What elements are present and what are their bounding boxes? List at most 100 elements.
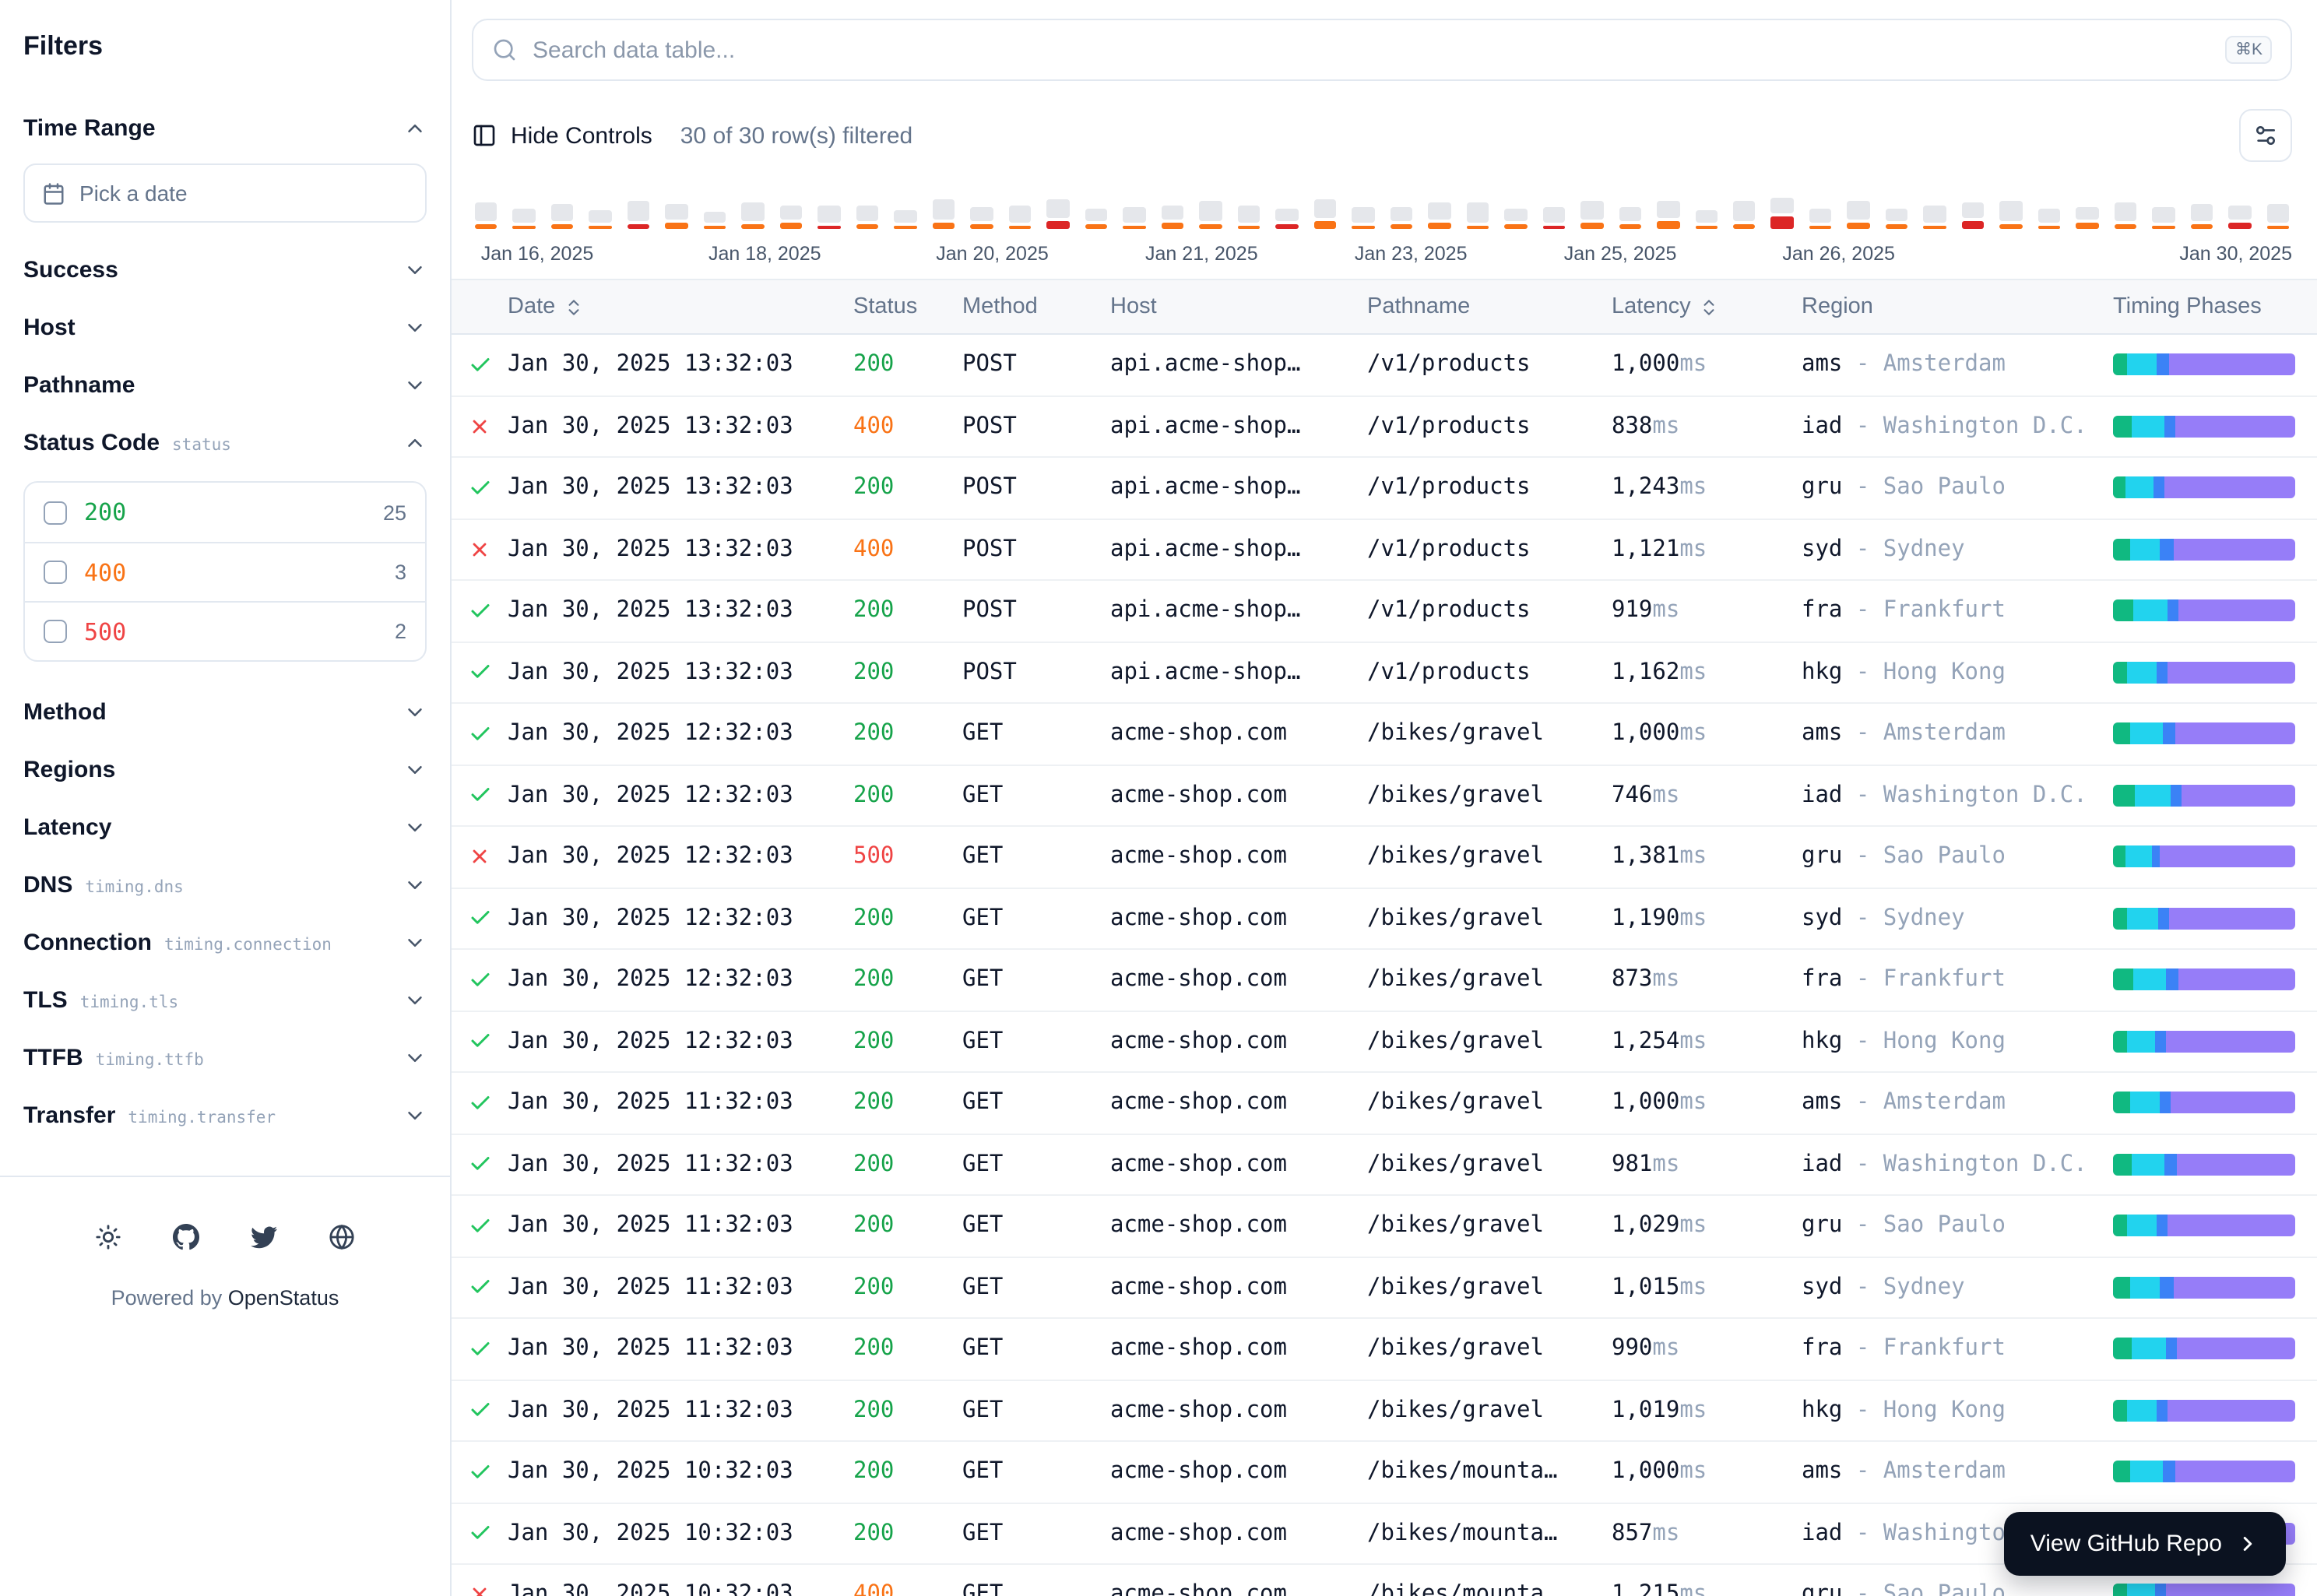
latency-unit: ms (1679, 1398, 1707, 1423)
histogram-bar[interactable] (589, 210, 612, 229)
table-row[interactable]: Jan 30, 2025 12:32:03 200 GET acme-shop.… (452, 1011, 2317, 1073)
table-row[interactable]: Jan 30, 2025 13:32:03 400 POST api.acme-… (452, 519, 2317, 581)
hide-controls-button[interactable]: Hide Controls (472, 122, 652, 149)
github-link-button[interactable] (161, 1211, 211, 1261)
sidebar-section-ttfb[interactable]: TTFB timing.ttfb (23, 1029, 427, 1087)
sidebar-section-regions[interactable]: Regions (23, 741, 427, 799)
histogram-bar[interactable] (1504, 209, 1527, 229)
histogram-bar[interactable] (1009, 206, 1032, 229)
histogram-bar[interactable] (780, 206, 803, 229)
histogram-bar[interactable] (628, 201, 650, 229)
histogram-bar[interactable] (971, 207, 993, 229)
histogram-bar[interactable] (2000, 201, 2023, 229)
sidebar-section-tls[interactable]: TLS timing.tls (23, 972, 427, 1029)
histogram-bar[interactable] (1161, 206, 1183, 229)
histogram-bar[interactable] (2076, 207, 2099, 229)
table-row[interactable]: Jan 30, 2025 11:32:03 200 GET acme-shop.… (452, 1257, 2317, 1319)
date-picker[interactable]: Pick a date (23, 163, 427, 223)
status-code-option[interactable]: 200 25 (25, 483, 425, 542)
histogram-bar[interactable] (1199, 201, 1222, 229)
histogram-bar[interactable] (1466, 202, 1489, 229)
status-code-option[interactable]: 500 2 (25, 601, 425, 660)
sidebar-section-dns[interactable]: DNS timing.dns (23, 856, 427, 914)
view-settings-button[interactable] (2239, 109, 2292, 162)
table-row[interactable]: Jan 30, 2025 13:32:03 200 POST api.acme-… (452, 642, 2317, 704)
histogram-bar[interactable] (933, 199, 955, 229)
histogram-bar[interactable] (1580, 201, 1603, 229)
table-row[interactable]: Jan 30, 2025 10:32:03 200 GET acme-shop.… (452, 1442, 2317, 1503)
table-row[interactable]: Jan 30, 2025 11:32:03 200 GET acme-shop.… (452, 1073, 2317, 1134)
histogram-bar[interactable] (2038, 209, 2061, 229)
table-row[interactable]: Jan 30, 2025 12:32:03 200 GET acme-shop.… (452, 950, 2317, 1011)
sidebar-section-latency[interactable]: Latency (23, 799, 427, 856)
histogram-bar[interactable] (1848, 201, 1870, 229)
histogram-bar[interactable] (1924, 206, 1946, 229)
histogram-bar[interactable] (895, 210, 917, 229)
histogram-bar[interactable] (513, 209, 536, 229)
table-row[interactable]: Jan 30, 2025 13:32:03 400 POST api.acme-… (452, 396, 2317, 458)
sidebar-section-method[interactable]: Method (23, 684, 427, 741)
table-row[interactable]: Jan 30, 2025 13:32:03 200 POST api.acme-… (452, 335, 2317, 396)
histogram-bar[interactable] (1733, 201, 1756, 229)
sidebar-section-pathname[interactable]: Pathname (23, 357, 427, 414)
table-row[interactable]: Jan 30, 2025 13:32:03 200 POST api.acme-… (452, 581, 2317, 642)
table-row[interactable]: Jan 30, 2025 12:32:03 200 GET acme-shop.… (452, 765, 2317, 827)
sidebar-section-connection[interactable]: Connection timing.connection (23, 914, 427, 972)
checkbox[interactable] (44, 620, 67, 643)
theme-toggle-button[interactable] (83, 1211, 133, 1261)
search-input[interactable] (533, 37, 2210, 63)
table-row[interactable]: Jan 30, 2025 12:32:03 200 GET acme-shop.… (452, 888, 2317, 950)
histogram-bar[interactable] (1237, 206, 1260, 229)
sidebar-section-status-code[interactable]: Status Code status (23, 414, 427, 472)
view-github-repo-button[interactable]: View GitHub Repo (2004, 1512, 2286, 1576)
histogram-bar[interactable] (2267, 204, 2290, 229)
histogram-bar[interactable] (856, 206, 879, 229)
histogram-bar[interactable] (475, 202, 498, 229)
sidebar-section-time-range[interactable]: Time Range (23, 100, 427, 157)
histogram-bar[interactable] (2115, 202, 2137, 229)
histogram-bar[interactable] (1085, 209, 1108, 229)
histogram-bar[interactable] (1542, 207, 1565, 229)
histogram-bar[interactable] (742, 202, 765, 229)
histogram-bar[interactable] (2229, 206, 2252, 229)
table-row[interactable]: Jan 30, 2025 12:32:03 500 GET acme-shop.… (452, 827, 2317, 888)
histogram-bar[interactable] (704, 212, 726, 229)
website-link-button[interactable] (317, 1211, 367, 1261)
table-row[interactable]: Jan 30, 2025 11:32:03 200 GET acme-shop.… (452, 1319, 2317, 1380)
histogram-bar[interactable] (1275, 209, 1298, 229)
histogram-bar[interactable] (1809, 209, 1832, 229)
histogram-bar[interactable] (551, 204, 574, 229)
column-header-latency[interactable]: Latency (1612, 294, 1802, 319)
histogram-bar[interactable] (1123, 207, 1145, 229)
histogram-bar[interactable] (1390, 207, 1412, 229)
histogram-bar[interactable] (666, 204, 688, 229)
twitter-link-button[interactable] (239, 1211, 289, 1261)
histogram-bar[interactable] (1695, 210, 1718, 229)
sidebar-section-success[interactable]: Success (23, 241, 427, 299)
histogram-bar[interactable] (2153, 207, 2175, 229)
sidebar-section-transfer[interactable]: Transfer timing.transfer (23, 1087, 427, 1144)
histogram-bar[interactable] (1771, 198, 1794, 229)
table-row[interactable]: Jan 30, 2025 11:32:03 200 GET acme-shop.… (452, 1134, 2317, 1196)
histogram-bar[interactable] (1657, 201, 1679, 229)
histogram-bar[interactable] (1428, 202, 1450, 229)
table-row[interactable]: Jan 30, 2025 11:32:03 200 GET acme-shop.… (452, 1196, 2317, 1257)
histogram-bar[interactable] (1962, 202, 1985, 229)
column-header-date[interactable]: Date (508, 294, 853, 319)
status-code-option[interactable]: 400 3 (25, 542, 425, 601)
openstatus-link[interactable]: OpenStatus (228, 1286, 339, 1309)
histogram[interactable] (472, 187, 2292, 229)
histogram-bar[interactable] (1047, 199, 1070, 229)
histogram-bar[interactable] (1313, 199, 1336, 229)
histogram-bar[interactable] (1352, 207, 1374, 229)
sidebar-section-host[interactable]: Host (23, 299, 427, 357)
checkbox[interactable] (44, 561, 67, 584)
histogram-bar[interactable] (818, 206, 841, 229)
histogram-bar[interactable] (1886, 209, 1908, 229)
histogram-bar[interactable] (1619, 207, 1641, 229)
table-row[interactable]: Jan 30, 2025 12:32:03 200 GET acme-shop.… (452, 704, 2317, 765)
table-row[interactable]: Jan 30, 2025 11:32:03 200 GET acme-shop.… (452, 1380, 2317, 1442)
table-row[interactable]: Jan 30, 2025 13:32:03 200 POST api.acme-… (452, 458, 2317, 519)
checkbox[interactable] (44, 501, 67, 524)
histogram-bar[interactable] (2191, 204, 2213, 229)
